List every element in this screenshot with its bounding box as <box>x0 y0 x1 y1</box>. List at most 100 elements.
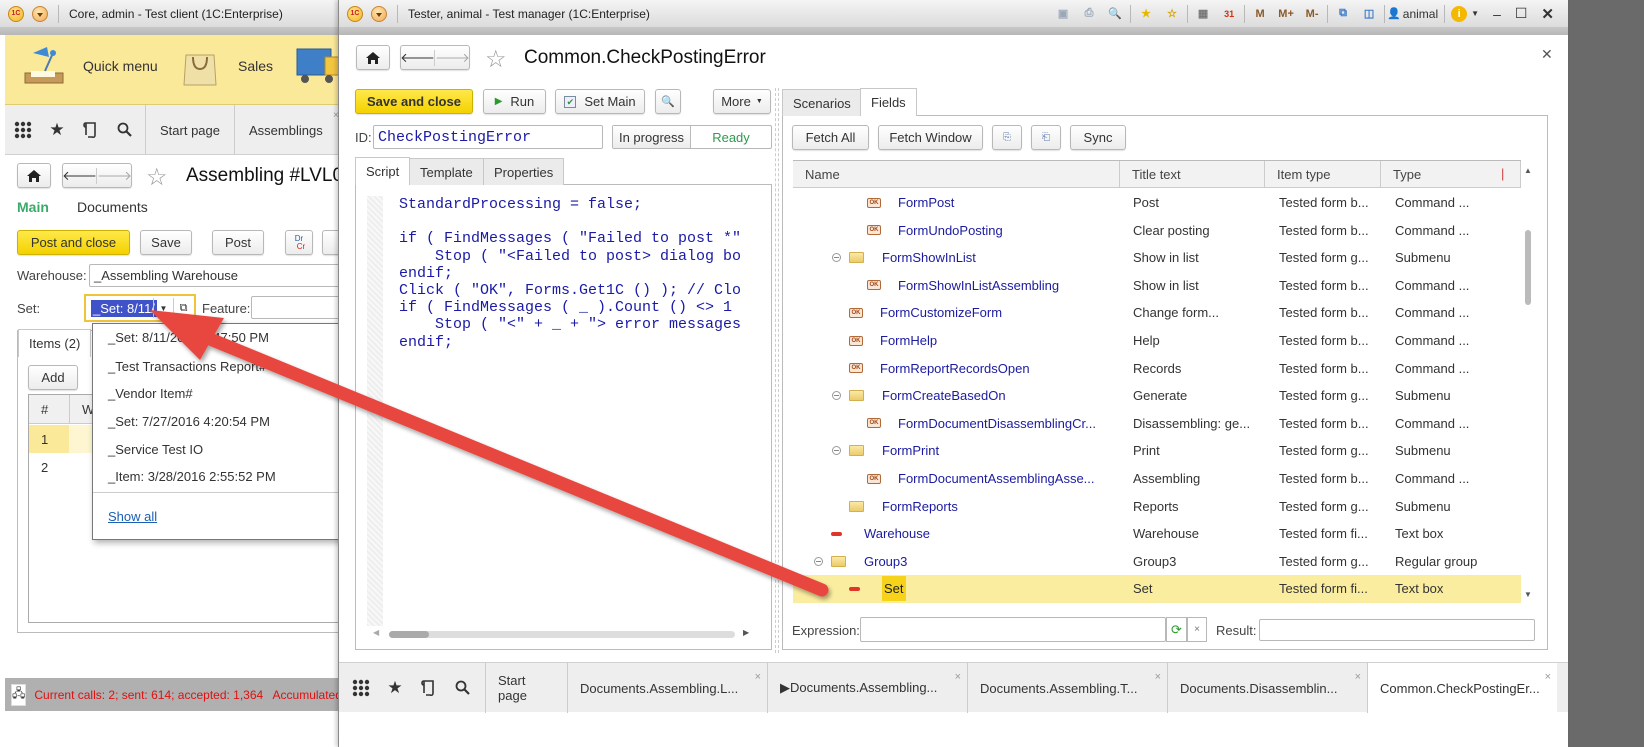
favorites-icon[interactable]: ☆ <box>1163 6 1181 22</box>
window-tab[interactable]: Documents.Assembling.T... × <box>967 663 1167 713</box>
all-functions-icon[interactable] <box>349 663 373 713</box>
post-and-close-button[interactable]: Post and close <box>17 230 130 255</box>
window-tab[interactable]: Documents.Assembling.L... × <box>567 663 767 713</box>
collapse-icon[interactable] <box>832 253 841 263</box>
favorites-star-icon[interactable]: ★ <box>45 105 69 155</box>
window-tab[interactable]: ▶Documents.Assembling... × <box>767 663 967 713</box>
tree-row[interactable]: OK FormShowInListAssembling Show in list Te… <box>793 272 1521 300</box>
show-all-link[interactable]: Show all <box>108 509 157 524</box>
column-header-name[interactable]: Name <box>793 161 1120 188</box>
tree-row[interactable]: FormPrint Print Tested form g... Submenu <box>793 437 1521 465</box>
tree-row[interactable]: OK FormPost Post Tested form b... Command ..… <box>793 189 1521 217</box>
favorite-star-icon[interactable]: ☆ <box>485 45 507 74</box>
search-icon[interactable] <box>113 105 137 155</box>
network-icon[interactable]: 🖧 <box>11 683 27 706</box>
fetch-all-button[interactable]: Fetch All <box>792 125 869 150</box>
home-button[interactable] <box>17 163 51 188</box>
windows-icon[interactable]: ⧉ <box>1334 6 1352 22</box>
collapse-icon[interactable] <box>832 391 841 401</box>
tab-fields[interactable]: Fields <box>860 88 917 116</box>
tab-template[interactable]: Template <box>409 158 484 185</box>
info-dropdown-icon[interactable]: ▼ <box>1471 9 1479 18</box>
evaluate-icon[interactable]: ⟳ <box>1166 617 1187 642</box>
memory-subtract-icon[interactable]: M- <box>1303 6 1321 22</box>
post-button[interactable]: Post <box>212 230 264 255</box>
tab-items[interactable]: Items (2) <box>18 329 92 357</box>
back-arrow-icon[interactable]: 🡐 <box>62 167 98 184</box>
run-button[interactable]: ▶ Run <box>483 89 546 114</box>
set-main-button[interactable]: ✔ Set Main <box>555 89 645 114</box>
tree-row[interactable]: FormReports Reports Tested form g... Submen… <box>793 493 1521 521</box>
script-code[interactable]: StandardProcessing = false; if ( FindMes… <box>399 196 769 351</box>
tree-row[interactable]: FormCreateBasedOn Generate Tested form g..… <box>793 382 1521 410</box>
ready-option[interactable]: Ready <box>691 126 771 148</box>
close-tab-icon[interactable]: × <box>755 671 761 683</box>
close-tab-icon[interactable]: × <box>1155 671 1161 683</box>
in-progress-option[interactable]: In progress <box>613 126 691 148</box>
forward-arrow-icon[interactable]: 🡒 <box>435 50 470 66</box>
tree-row[interactable]: OK FormCustomizeForm Change form... Tested … <box>793 299 1521 327</box>
tab-script[interactable]: Script <box>355 157 411 185</box>
subnav-documents[interactable]: Documents <box>77 199 148 215</box>
dropdown-item[interactable]: _Set: 8/11/2016 4:47:50 PM <box>108 330 269 345</box>
close-tab-icon[interactable]: × <box>1545 671 1551 683</box>
save-icon[interactable]: ▣ <box>1054 6 1072 22</box>
id-field[interactable]: CheckPostingError <box>373 125 603 149</box>
dr-cr-button[interactable]: Dr Cr <box>285 230 313 255</box>
window-tab[interactable]: Documents.Disassemblin... × <box>1167 663 1367 713</box>
dropdown-item[interactable]: _Vendor Item# <box>108 386 193 401</box>
print-icon[interactable]: ⎙ <box>1080 6 1098 22</box>
dropdown-item[interactable]: _Item: 3/28/2016 2:55:52 PM <box>108 469 276 484</box>
search-icon[interactable] <box>451 663 475 713</box>
close-form-icon[interactable]: ✕ <box>1541 46 1553 63</box>
memory-icon[interactable]: M <box>1251 6 1269 22</box>
close-tab-icon[interactable]: × <box>1355 671 1361 683</box>
subnav-main[interactable]: Main <box>17 199 49 215</box>
scroll-left-icon[interactable]: ◀ <box>373 628 379 637</box>
memory-add-icon[interactable]: M+ <box>1277 6 1295 22</box>
panel-splitter[interactable] <box>775 88 779 653</box>
history-scroll-icon[interactable] <box>79 105 103 155</box>
close-window-icon[interactable]: ✕ <box>1541 5 1554 23</box>
close-tab-icon[interactable]: × <box>955 671 961 683</box>
collapse-icon[interactable] <box>814 556 823 566</box>
main-menu-icon[interactable] <box>32 5 48 22</box>
column-header-number[interactable]: # <box>41 402 48 417</box>
column-header-title-text[interactable]: Title text <box>1120 161 1265 188</box>
add-button[interactable]: Add <box>28 365 78 390</box>
tree-row[interactable]: OK FormReportRecordsOpen Records Tested for… <box>793 355 1521 383</box>
scroll-up-icon[interactable]: ▲ <box>1524 166 1532 175</box>
dropdown-arrow-icon[interactable]: ▼ <box>153 298 173 318</box>
minimize-icon[interactable]: – <box>1493 6 1501 22</box>
more-button[interactable]: More ▼ <box>713 89 771 114</box>
expression-field[interactable] <box>860 617 1166 642</box>
result-field[interactable] <box>1259 619 1535 641</box>
scroll-right-icon[interactable]: ▶ <box>743 628 749 637</box>
fetch-window-button[interactable]: Fetch Window <box>878 125 983 150</box>
save-button[interactable]: Save <box>140 230 192 255</box>
vertical-scrollbar[interactable]: ▲ ▼ <box>1522 160 1534 605</box>
home-button[interactable] <box>356 45 390 70</box>
dropdown-item[interactable]: _Service Test IO <box>108 442 203 457</box>
window-tab[interactable]: Common.CheckPostingEr... × <box>1367 663 1557 713</box>
column-header-warehouse[interactable]: W <box>69 395 94 424</box>
favorite-star-icon[interactable]: ☆ <box>146 163 168 192</box>
clear-icon[interactable]: × <box>1187 617 1207 642</box>
tree-row[interactable]: OK FormDocumentAssemblingAsse... Assemblin… <box>793 465 1521 493</box>
find-in-document-button[interactable]: 🔍 <box>655 89 681 114</box>
back-arrow-icon[interactable]: 🡐 <box>400 49 436 66</box>
column-header-type[interactable]: Type <box>1381 161 1521 188</box>
tree-row[interactable]: OK FormHelp Help Tested form b... Command ..… <box>793 327 1521 355</box>
maximize-icon[interactable]: ☐ <box>1515 5 1528 22</box>
paste-fields-button[interactable]: ⎗ <box>1031 125 1061 150</box>
window-tab[interactable]: Start page <box>485 663 567 713</box>
set-field-value[interactable]: _Set: 8/11/ <box>91 300 157 317</box>
open-icon[interactable]: ⧉ <box>173 298 193 318</box>
section-logistics[interactable] <box>295 45 341 87</box>
tab-start-page[interactable]: Start page <box>145 105 234 155</box>
tree-row[interactable]: Set Set Tested form fi... Text box <box>793 575 1521 603</box>
favorite-add-icon[interactable]: ★ <box>1137 6 1155 22</box>
calendar-icon[interactable]: 31 <box>1220 6 1238 22</box>
scroll-track[interactable] <box>389 631 735 638</box>
dropdown-item[interactable]: _Set: 7/27/2016 4:20:54 PM <box>108 414 270 429</box>
